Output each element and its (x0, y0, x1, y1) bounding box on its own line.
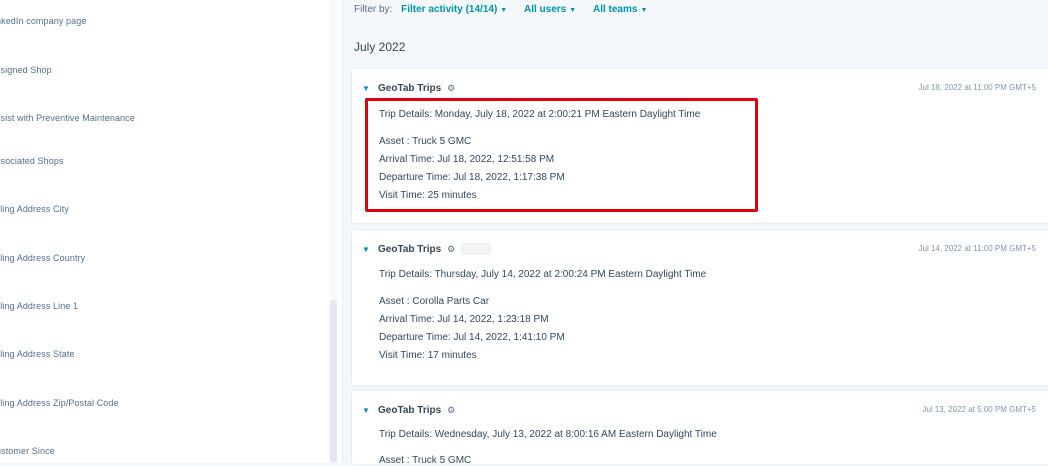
property-assigned-shop[interactable]: ssigned Shop (0, 65, 52, 75)
filter-activity-dropdown[interactable]: Filter activity (14/14) ▼ (401, 4, 507, 15)
redacted-block (461, 243, 492, 255)
caret-down-icon: ▼ (569, 7, 577, 14)
chevron-down-icon[interactable]: ▼ (362, 84, 376, 93)
arrival-time: Arrival Time: Jul 14, 2022, 1:23:18 PM (379, 314, 549, 325)
caret-down-icon: ▼ (640, 7, 648, 14)
all-teams-dropdown[interactable]: All teams ▼ (593, 4, 647, 15)
chevron-down-icon[interactable]: ▼ (362, 245, 376, 254)
caret-down-icon: ▼ (500, 7, 508, 14)
activity-title[interactable]: GeoTab Trips (378, 83, 441, 94)
property-billing-country[interactable]: illing Address Country (0, 253, 85, 263)
all-users-dropdown[interactable]: All users ▼ (524, 4, 576, 15)
trip-details: Trip Details: Monday, July 18, 2022 at 2… (379, 109, 701, 120)
gear-icon[interactable]: ⚙ (447, 83, 455, 94)
filter-label: Filter by: (354, 4, 393, 15)
chevron-down-icon[interactable]: ▼ (362, 406, 376, 415)
all-teams-label: All teams (592, 4, 638, 15)
asset: Asset : Truck 5 GMC (379, 455, 472, 466)
property-assist-preventive-maintenance[interactable]: ssist with Preventive Maintenance (0, 113, 135, 123)
filter-bar: Filter by: Filter activity (14/14) ▼ All … (354, 4, 661, 18)
trip-details: Trip Details: Wednesday, July 13, 2022 a… (379, 429, 717, 440)
activity-card: ▼ GeoTab Trips ⚙ Jul 18, 2022 at 11:00 P… (351, 68, 1048, 224)
property-billing-state[interactable]: illing Address State (0, 349, 75, 359)
departure-time: Departure Time: Jul 14, 2022, 1:41:10 PM (379, 332, 565, 343)
activity-title[interactable]: GeoTab Trips (378, 244, 441, 255)
property-billing-city[interactable]: illing Address City (0, 204, 69, 214)
month-heading: July 2022 (354, 40, 406, 54)
arrival-time: Arrival Time: Jul 18, 2022, 12:51:58 PM (379, 154, 555, 165)
activity-date: Jul 18, 2022 at 11:00 PM GMT+5 (918, 83, 1036, 92)
visit-time: Visit Time: 25 minutes (379, 190, 477, 201)
all-users-label: All users (524, 4, 567, 15)
activity-title[interactable]: GeoTab Trips (378, 405, 441, 416)
properties-sidebar: nkedIn company page ssigned Shop ssist w… (0, 0, 343, 463)
gear-icon[interactable]: ⚙ (447, 244, 455, 255)
gear-icon[interactable]: ⚙ (447, 405, 455, 416)
activity-date: Jul 14, 2022 at 11:00 PM GMT+5 (918, 244, 1036, 253)
activity-date: Jul 13, 2022 at 5:00 PM GMT+5 (922, 405, 1036, 414)
property-billing-line1[interactable]: illing Address Line 1 (0, 301, 78, 311)
activity-card: ▼ GeoTab Trips ⚙ Jul 13, 2022 at 5:00 PM… (351, 390, 1048, 466)
property-linkedin-company-page[interactable]: nkedIn company page (0, 16, 86, 26)
filter-activity-label: Filter activity (14/14) (401, 4, 498, 15)
visit-time: Visit Time: 17 minutes (379, 350, 477, 361)
property-billing-zip[interactable]: illing Address Zip/Postal Code (0, 398, 119, 408)
asset: Asset : Truck 5 GMC (379, 136, 472, 147)
property-customer-since[interactable]: ustomer Since (0, 446, 55, 456)
sidebar-scrollbar-thumb[interactable] (330, 300, 337, 463)
trip-details: Trip Details: Thursday, July 14, 2022 at… (379, 269, 707, 280)
property-associated-shops[interactable]: ssociated Shops (0, 156, 64, 166)
asset: Asset : Corolla Parts Car (379, 296, 490, 307)
departure-time: Departure Time: Jul 18, 2022, 1:17:38 PM (379, 172, 565, 183)
activity-card: ▼ GeoTab Trips ⚙ Jul 14, 2022 at 11:00 P… (351, 229, 1048, 386)
